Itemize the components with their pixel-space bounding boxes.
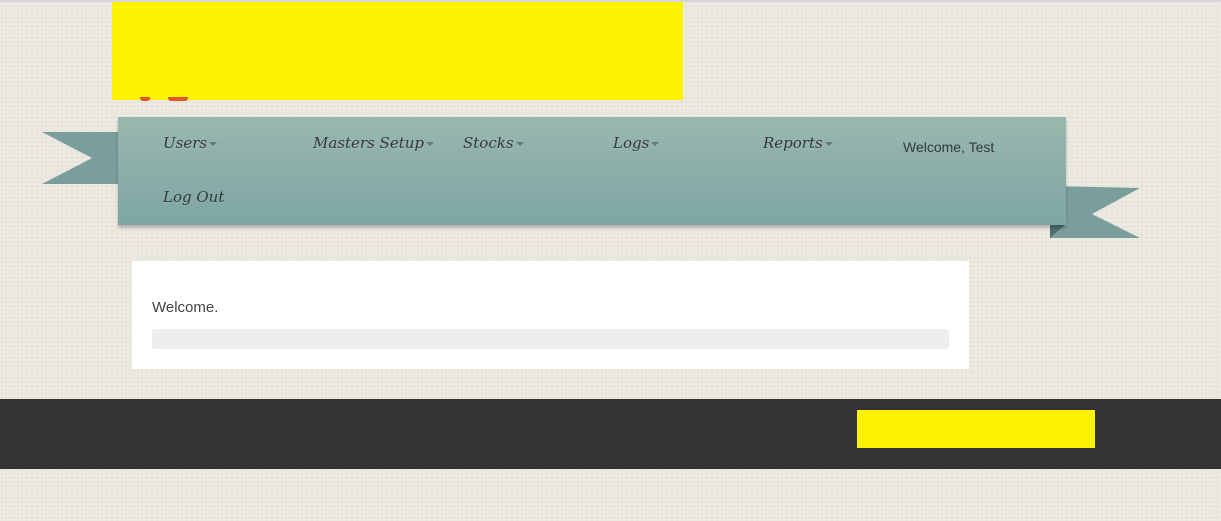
nav-logs-label: Logs [613, 134, 650, 152]
nav-reports-label: Reports [763, 134, 823, 152]
footer-redacted-block [857, 410, 1095, 448]
chevron-down-icon [651, 142, 660, 146]
content-panel: Welcome. [132, 261, 969, 369]
nav-stocks-label: Stocks [463, 134, 514, 152]
nav-users[interactable]: Users [163, 134, 218, 152]
welcome-message: Welcome. [152, 299, 219, 316]
nav-masters-setup[interactable]: Masters Setup [313, 134, 434, 152]
chevron-down-icon [515, 142, 524, 146]
logo-fragment [140, 97, 190, 102]
welcome-user-text: Welcome, Test [903, 139, 995, 155]
ribbon-tail-left [42, 132, 122, 184]
footer [0, 399, 1221, 469]
chevron-down-icon [209, 142, 218, 146]
nav-reports[interactable]: Reports [763, 134, 833, 152]
nav-stocks[interactable]: Stocks [463, 134, 524, 152]
logo-redacted-block [112, 2, 683, 100]
nav-masters-setup-label: Masters Setup [313, 134, 424, 152]
nav-logout[interactable]: Log Out [163, 188, 224, 206]
chevron-down-icon [824, 142, 833, 146]
content-bar [152, 329, 949, 349]
chevron-down-icon [425, 142, 434, 146]
nav-logs[interactable]: Logs [613, 134, 660, 152]
nav-users-label: Users [163, 134, 208, 152]
main-nav-ribbon: Users Masters Setup Stocks Logs Reports … [118, 117, 1066, 225]
